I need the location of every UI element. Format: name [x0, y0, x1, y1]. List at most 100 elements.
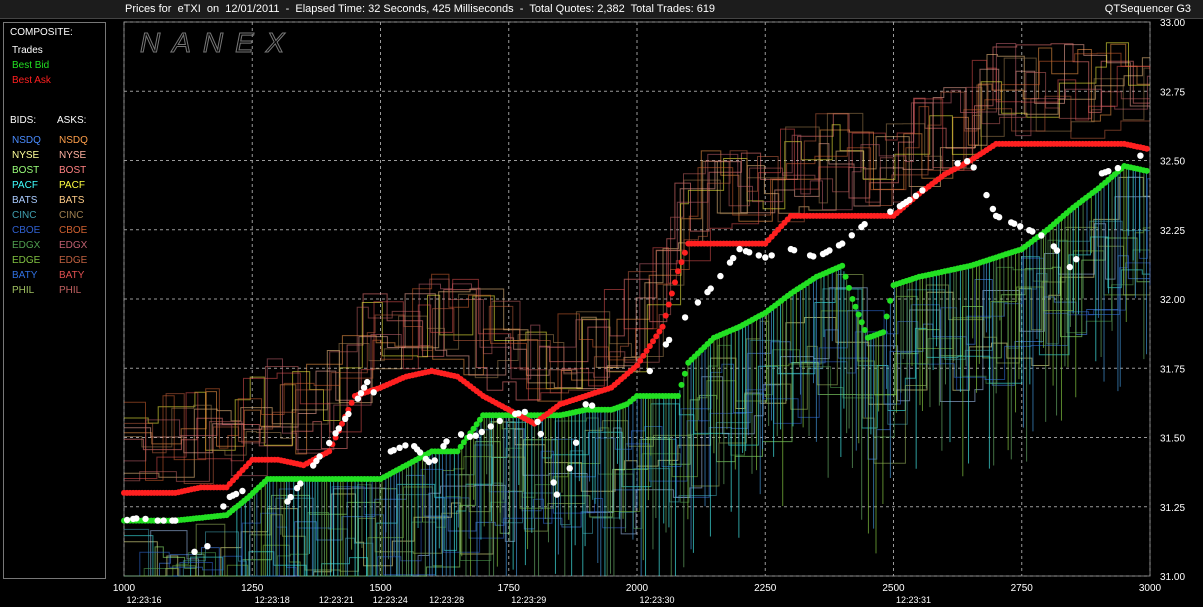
marker-best-bid [858, 319, 865, 326]
legend-ask-bost: BOST [59, 165, 87, 176]
marker-best-bid [681, 370, 688, 377]
marker-trades [472, 432, 479, 439]
marker-trades [912, 192, 920, 199]
legend-best-bid: Best Bid [12, 60, 50, 71]
marker-trades [496, 417, 503, 425]
time-label: 12:23:30 [639, 595, 674, 605]
marker-trades [730, 254, 737, 262]
x-tick-label: 1500 [369, 583, 392, 594]
x-tick-label: 2500 [882, 583, 905, 594]
marker-trades [160, 517, 167, 524]
marker-best-bid [855, 311, 862, 318]
marker-trades [550, 479, 557, 486]
marker-trades [995, 214, 1003, 221]
legend-ask-bats: BATS [59, 195, 85, 206]
marker-trades [572, 439, 580, 446]
marker-trades [220, 503, 227, 510]
marker-trades [1038, 232, 1045, 239]
marker-trades [762, 254, 769, 261]
watermark: NANEX [140, 27, 296, 58]
marker-trades [297, 480, 304, 487]
legend-bid-pacf: PACF [12, 180, 38, 191]
marker-trades [354, 395, 362, 402]
x-tick-label: 1250 [241, 583, 264, 594]
marker-trades [964, 158, 971, 165]
x-tick-label: 2000 [626, 583, 649, 594]
y-tick-label: 31.50 [1160, 434, 1185, 445]
marker-trades [848, 232, 855, 239]
marker-trades [390, 447, 397, 454]
time-label: 12:23:18 [255, 595, 290, 605]
marker-trades [364, 378, 371, 386]
price-chart: NANEX 31.00 31.25 31.50 31.75 32.00 32.25 32.5… [113, 18, 1186, 605]
marker-best-ask [665, 301, 672, 308]
marker-trades [665, 336, 673, 344]
time-label: 12:23:31 [896, 595, 931, 605]
marker-best-ask [675, 268, 681, 275]
marker-trades [172, 517, 179, 524]
marker-trades [1073, 256, 1080, 263]
marker-trades [954, 160, 961, 167]
marker-trades [566, 465, 573, 472]
marker-trades [425, 458, 433, 466]
marker-trades [887, 208, 894, 215]
legend-ask-baty: BATY [59, 270, 85, 281]
marker-trades [232, 490, 240, 498]
marker-trades [694, 299, 702, 306]
marker-best-ask [326, 448, 333, 455]
marker-trades [553, 491, 560, 498]
marker-trades [357, 390, 365, 397]
marker-trades [521, 408, 528, 416]
marker-trades [534, 418, 541, 426]
y-tick-label: 31.00 [1160, 572, 1185, 583]
marker-best-ask [662, 312, 669, 319]
legend-bid-phil: PHIL [12, 285, 35, 296]
marker-trades [717, 272, 724, 280]
marker-trades [239, 487, 246, 495]
marker-trades [1053, 247, 1061, 254]
marker-best-bid [852, 303, 859, 310]
legend-ask-nyse: NYSE [59, 150, 87, 161]
legend-ask-pacf: PACF [59, 180, 85, 191]
legend-bid-nsdq: NSDQ [12, 135, 41, 146]
marker-trades [431, 457, 438, 464]
marker-trades [1114, 164, 1122, 172]
legend-best-ask: Best Ask [12, 75, 51, 86]
time-label: 12:23:21 [319, 595, 354, 605]
marker-trades [970, 164, 977, 171]
marker-trades [768, 252, 775, 259]
marker-trades [1011, 220, 1018, 227]
marker-trades [989, 205, 997, 213]
legend-ask-edge: EDGE [59, 255, 88, 266]
y-tick-label: 31.25 [1160, 503, 1185, 514]
marker-trades [345, 410, 352, 418]
marker-best-ask [672, 279, 678, 286]
marker-best-bid [880, 329, 887, 336]
marker-best-bid [839, 262, 846, 269]
marker-trades [826, 247, 833, 254]
marker-trades [839, 240, 846, 247]
time-label: 12:23:16 [126, 595, 161, 605]
marker-best-ask [640, 352, 647, 359]
legend-ask-phil: PHIL [59, 285, 82, 296]
legend-bid-edge: EDGE [12, 255, 41, 266]
legend-bid-bats: BATS [12, 195, 38, 206]
marker-trades [123, 516, 131, 524]
legend-ask-cboe: CBOE [59, 225, 88, 236]
marker-trades [983, 191, 990, 199]
marker-best-ask [646, 343, 653, 350]
marker-trades [142, 515, 149, 523]
marker-trades [204, 543, 211, 550]
x-tick-label: 1000 [113, 583, 136, 594]
marker-trades [515, 410, 522, 417]
y-tick-label: 32.75 [1160, 87, 1185, 98]
marker-best-ask [634, 362, 640, 369]
legend-bid-nyse: NYSE [12, 150, 40, 161]
marker-trades [707, 285, 714, 292]
legend-composite-header: COMPOSITE: [10, 27, 73, 38]
marker-trades [335, 425, 342, 432]
marker-trades [906, 196, 913, 204]
legend-bid-cinc: CINC [12, 210, 37, 221]
marker-best-bid [678, 381, 685, 388]
marker-trades [1105, 168, 1112, 175]
